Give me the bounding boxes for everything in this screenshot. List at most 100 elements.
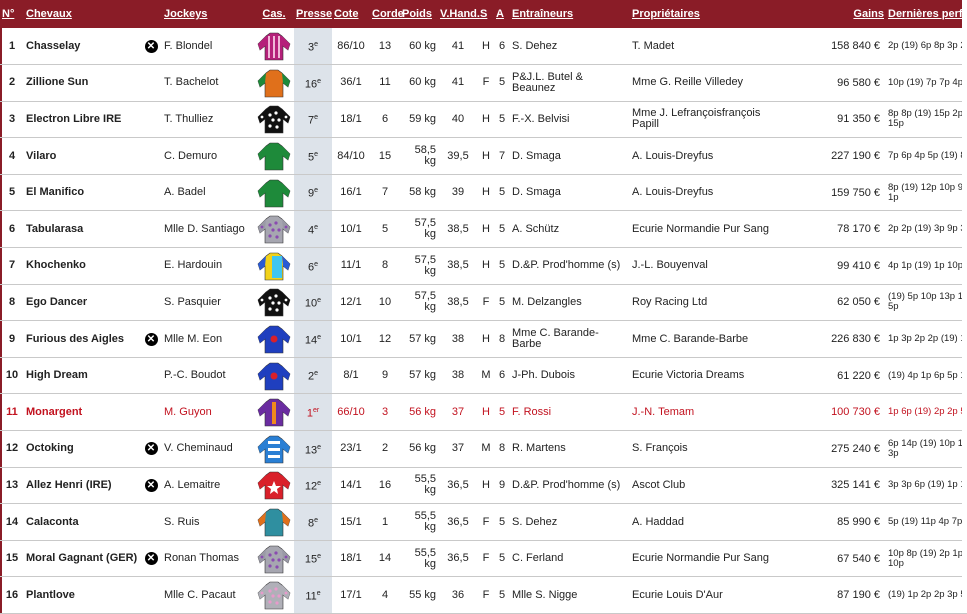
trainer-name[interactable]: J-Ph. Dubois [510,357,630,394]
jockey-name[interactable]: Mlle C. Pacaut [162,577,254,614]
jockey-name[interactable]: P.-C. Boudot [162,357,254,394]
horse-name[interactable]: Furious des Aigles [24,321,140,358]
owner-name[interactable]: Ecurie Victoria Dreams [630,357,790,394]
owner-name[interactable]: Ecurie Normandie Pur Sang [630,211,790,248]
vhand: 37 [451,442,465,455]
jockey-name[interactable]: E. Hardouin [162,248,254,285]
horse-name[interactable]: Vilaro [24,138,140,175]
table-row[interactable]: 14 Calaconta S. Ruis 8e 15/1 1 55,5 kg 36,5 F 5 S.… [0,503,967,541]
table-row[interactable]: 8 Ego Dancer S. Pasquier 10e 12/1 10 57,5 kg 38… [0,284,967,321]
col-silk[interactable]: Cas. [254,0,294,28]
trainer-name[interactable]: S. Dehez [510,504,630,541]
owner-name[interactable]: A. Louis-Dreyfus [630,174,790,211]
col-vhand[interactable]: V.Hand. [438,0,480,28]
owner-name[interactable]: Ascot Club [630,467,790,504]
owner-name[interactable]: Ecurie Louis D'Aur [630,577,790,614]
table-row[interactable]: 4 Vilaro C. Demuro 5e 84/10 15 58,5 kg 39,5 H 7 D.… [0,137,967,175]
table-row[interactable]: 6 Tabularasa Mlle D. Santiago 4e 10/1 5 57,5 k… [0,210,967,248]
owner-name[interactable]: T. Madet [630,28,790,65]
jockey-name[interactable]: A. Lemaitre [162,467,254,504]
trainer-name[interactable]: D.&P. Prod'homme (s) [510,248,630,285]
col-presse[interactable]: Presse [294,0,332,28]
col-corde[interactable]: Corde [370,0,404,28]
trainer-name[interactable]: Mme C. Barande-Barbe [510,321,630,358]
table-row[interactable]: 1 Chasselay ✕ F. Blondel 3e 86/10 13 60 kg 41 H 6 S… [0,28,967,65]
horse-name[interactable]: Monargent [24,394,140,431]
col-number[interactable]: N° [0,0,24,28]
owner-name[interactable]: A. Haddad [630,504,790,541]
trainer-name[interactable]: F. Rossi [510,394,630,431]
jockey-name[interactable]: S. Pasquier [162,284,254,321]
col-trainer[interactable]: Entraîneurs [510,0,630,28]
table-row[interactable]: 7 Khochenko E. Hardouin 6e 11/1 8 57,5 kg 38,5 H… [0,247,967,285]
trainer-name[interactable]: M. Delzangles [510,284,630,321]
x-cell [140,211,162,248]
col-age[interactable]: A [494,0,510,28]
horse-name[interactable]: Plantlove [24,577,140,614]
table-row[interactable]: 5 El Manifico A. Badel 9e 16/1 7 58 kg 39 H 5 D. S… [0,174,967,211]
owner-name[interactable]: J.-L. Bouyenval [630,248,790,285]
col-cote[interactable]: Cote [332,0,370,28]
horse-name[interactable]: Zillione Sun [24,65,140,102]
owner-name[interactable]: Mme C. Barande-Barbe [630,321,790,358]
silk-icon [254,284,294,321]
horse-name[interactable]: Calaconta [24,504,140,541]
table-row[interactable]: 11 Monargent M. Guyon 1er 66/10 3 56 kg 37 H 5 F. … [0,393,967,431]
col-horse[interactable]: Chevaux [24,0,140,28]
table-row[interactable]: 12 Octoking ✕ V. Cheminaud 13e 23/1 2 56 kg 37 M 8… [0,430,967,468]
jockey-name[interactable]: M. Guyon [162,394,254,431]
table-row[interactable]: 15 Moral Gagnant (GER) ✕ Ronan Thomas 15e 18/… [0,540,967,577]
owner-name[interactable]: A. Louis-Dreyfus [630,138,790,175]
jockey-name[interactable]: Mlle M. Eon [162,321,254,358]
horse-name[interactable]: Electron Libre IRE [24,101,140,138]
jockey-name[interactable]: T. Bachelot [162,65,254,102]
trainer-name[interactable]: R. Martens [510,431,630,468]
owner-name[interactable]: S. François [630,431,790,468]
trainer-name[interactable]: P&J.L. Butel & Beaunez [510,65,630,102]
col-sex[interactable]: S [478,0,494,28]
col-gains[interactable]: Gains [790,0,886,28]
owner-name[interactable]: J.-N. Temam [630,394,790,431]
trainer-name[interactable]: D. Smaga [510,174,630,211]
table-row[interactable]: 13 Allez Henri (IRE) ✕ A. Lemaitre 12e 14/1 16… [0,467,967,504]
sex: F [482,552,490,565]
jockey-name[interactable]: Mlle D. Santiago [162,211,254,248]
owner-name[interactable]: Mme G. Reille Villedey [630,65,790,102]
jockey-name[interactable]: T. Thulliez [162,101,254,138]
trainer-name[interactable]: D.&P. Prod'homme (s) [510,467,630,504]
age: 5 [498,295,506,308]
horse-name[interactable]: Ego Dancer [24,284,140,321]
table-row[interactable]: 9 Furious des Aigles ✕ Mlle M. Eon 14e 10/1 12… [0,320,967,358]
trainer-name[interactable]: C. Ferland [510,540,630,577]
jockey-name[interactable]: Ronan Thomas [162,540,254,577]
jockey-name[interactable]: C. Demuro [162,138,254,175]
jockey-name[interactable]: A. Badel [162,174,254,211]
horse-name[interactable]: Octoking [24,431,140,468]
trainer-name[interactable]: A. Schütz [510,211,630,248]
jockey-name[interactable]: V. Cheminaud [162,431,254,468]
horse-name[interactable]: High Dream [24,357,140,394]
trainer-name[interactable]: D. Smaga [510,138,630,175]
owner-name[interactable]: Mme J. Lefrançoisfrançois Papill [630,101,790,138]
trainer-name[interactable]: Mlle S. Nigge [510,577,630,614]
col-poids[interactable]: Poids [400,0,438,28]
table-row[interactable]: 2 Zillione Sun T. Bachelot 16e 36/1 11 60 kg 41… [0,64,967,102]
horse-name[interactable]: Khochenko [24,248,140,285]
col-jockey[interactable]: Jockeys [162,0,254,28]
table-row[interactable]: 3 Electron Libre IRE T. Thulliez 7e 18/1 6 59 … [0,101,967,138]
table-row[interactable]: 10 High Dream P.-C. Boudot 2e 8/1 9 57 kg 38 M 6 J… [0,357,967,394]
col-owner[interactable]: Propriétaires [630,0,790,28]
col-perf[interactable]: Dernières perf. [886,0,967,28]
trainer-name[interactable]: F.-X. Belvisi [510,101,630,138]
horse-name[interactable]: Chasselay [24,28,140,65]
horse-name[interactable]: Moral Gagnant (GER) [24,540,140,577]
table-row[interactable]: 16 Plantlove Mlle C. Pacaut 11e 17/1 4 55 kg 36… [0,576,967,614]
owner-name[interactable]: Roy Racing Ltd [630,284,790,321]
horse-name[interactable]: Allez Henri (IRE) [24,467,140,504]
owner-name[interactable]: Ecurie Normandie Pur Sang [630,540,790,577]
horse-name[interactable]: El Manifico [24,174,140,211]
trainer-name[interactable]: S. Dehez [510,28,630,65]
jockey-name[interactable]: S. Ruis [162,504,254,541]
jockey-name[interactable]: F. Blondel [162,28,254,65]
horse-name[interactable]: Tabularasa [24,211,140,248]
